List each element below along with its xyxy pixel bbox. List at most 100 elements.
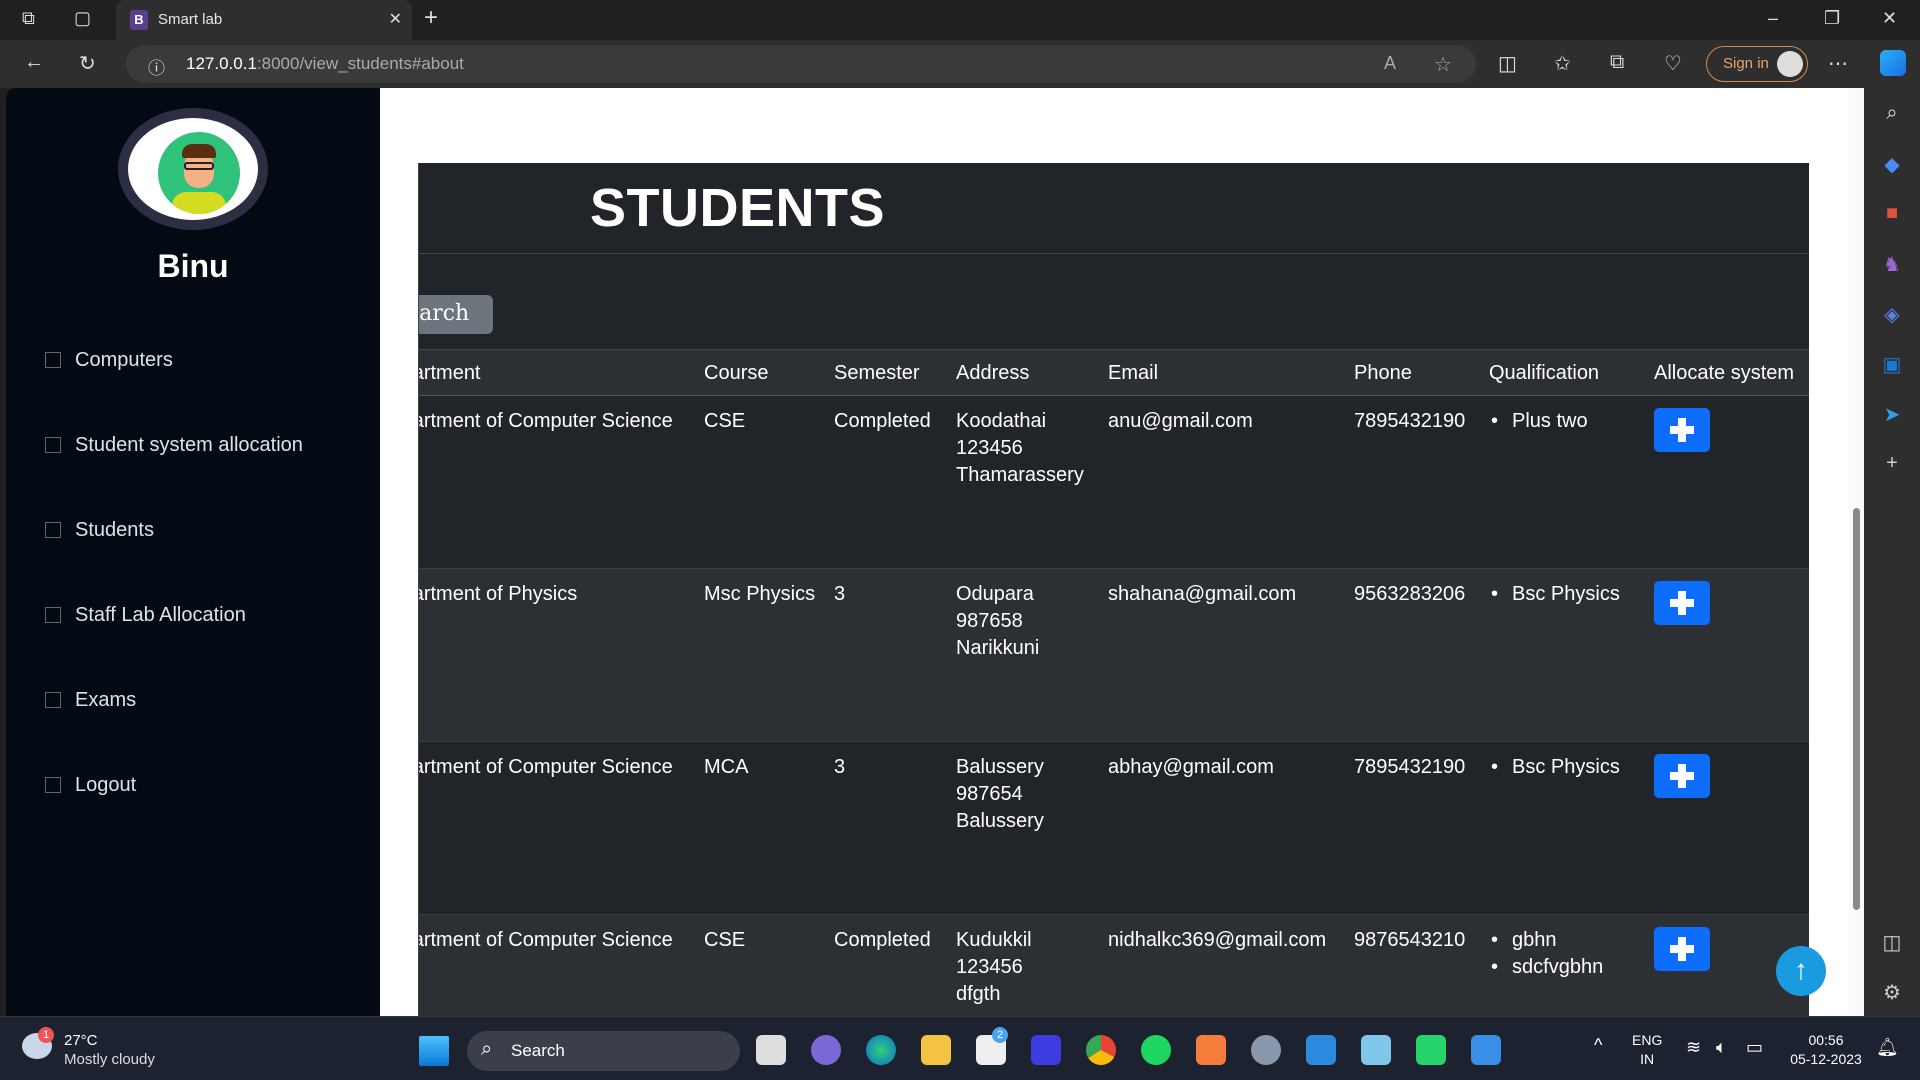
vscode-icon[interactable]: [1306, 1035, 1336, 1065]
column-header: Course: [704, 362, 769, 384]
back-icon[interactable]: ←: [24, 51, 44, 74]
qualification-item: Bsc Physics: [1489, 581, 1620, 608]
refresh-icon[interactable]: ↻: [79, 51, 96, 76]
qualification-item: Bsc Physics: [1489, 754, 1620, 781]
scrollbar-thumb[interactable]: [1853, 508, 1860, 910]
add-icon[interactable]: +: [1880, 452, 1904, 475]
settings-gear-icon[interactable]: ⚙: [1880, 980, 1904, 1005]
battery-icon[interactable]: ▭: [1746, 1037, 1763, 1058]
cell-phone: 9563283206: [1354, 583, 1466, 605]
favorites-icon[interactable]: ✩: [1554, 51, 1571, 76]
taskbar: 1 27°C Mostly cloudy ⌕ Search 2 ^ ENG IN ≋…: [0, 1016, 1920, 1080]
checkbox-icon: [45, 777, 61, 793]
chrome-icon[interactable]: [1086, 1035, 1116, 1065]
address-bar[interactable]: ⓘ 127.0.0.1:8000/view_students#about A ☆: [126, 45, 1476, 83]
read-aloud-icon[interactable]: A: [1384, 53, 1396, 74]
postman-icon[interactable]: [1196, 1035, 1226, 1065]
new-tab-icon[interactable]: +: [424, 4, 438, 32]
qualification-item: gbhn: [1489, 927, 1603, 954]
column-header: Semester: [834, 362, 920, 384]
close-tab-icon[interactable]: ✕: [389, 9, 402, 29]
sidebar-item-exams[interactable]: Exams: [45, 685, 136, 715]
scroll-to-top-button[interactable]: ↑: [1776, 946, 1826, 996]
search-button[interactable]: Search: [419, 295, 493, 334]
address-line: 987654: [956, 783, 1023, 805]
notification-bell-icon[interactable]: 🔔︎: [1876, 1037, 1899, 1058]
profile-avatar-icon: [1777, 51, 1803, 77]
split-screen-icon[interactable]: ◫: [1498, 51, 1517, 76]
allocate-system-button[interactable]: [1654, 927, 1710, 971]
pycharm-icon[interactable]: [1416, 1035, 1446, 1065]
weather-widget[interactable]: 1 27°C Mostly cloudy: [22, 1027, 155, 1069]
copilot-icon[interactable]: [1880, 50, 1906, 76]
divider: [419, 253, 1809, 254]
sidebar-item-computers[interactable]: Computers: [45, 345, 173, 375]
address-line: Kudukkil: [956, 929, 1032, 951]
favorite-star-icon[interactable]: ☆: [1434, 52, 1452, 77]
cell-email: abhay@gmail.com: [1108, 756, 1274, 778]
favicon: B: [130, 10, 148, 30]
browser-essentials-icon[interactable]: ♡: [1664, 51, 1682, 76]
file-explorer-icon[interactable]: [921, 1035, 951, 1065]
edge-icon[interactable]: [866, 1035, 896, 1065]
allocate-system-button[interactable]: [1654, 581, 1710, 625]
editor-app-icon[interactable]: [1031, 1035, 1061, 1065]
tab-title: Smart lab: [158, 11, 223, 28]
minimize-icon[interactable]: –: [1768, 8, 1778, 29]
photos-icon[interactable]: [1471, 1035, 1501, 1065]
browser-tab[interactable]: B Smart lab ✕: [116, 0, 412, 40]
task-view-icon[interactable]: [756, 1035, 786, 1065]
username: Binu: [157, 248, 229, 284]
start-icon[interactable]: [419, 1036, 449, 1066]
allocate-system-button[interactable]: [1654, 408, 1710, 452]
more-options-icon[interactable]: ⋯: [1828, 51, 1848, 76]
spotify-icon[interactable]: [1141, 1035, 1171, 1065]
cell-address: Balussery 987654 Balussery: [956, 754, 1044, 835]
collections-icon[interactable]: ⧉: [1610, 51, 1624, 74]
table-header: Department Course Semester Address Email…: [419, 349, 1809, 396]
wifi-icon[interactable]: ≋: [1686, 1037, 1701, 1058]
search-icon: ⌕: [481, 1038, 493, 1060]
cell-qualification: gbhnsdcfvgbhn: [1489, 927, 1603, 981]
cell-department: Department of Computer Science: [419, 410, 673, 432]
restore-icon[interactable]: ❐: [1824, 8, 1840, 29]
language-indicator[interactable]: ENG IN: [1632, 1031, 1662, 1069]
workspaces-icon[interactable]: ⧉: [22, 8, 35, 29]
cell-qualification: Bsc Physics: [1489, 581, 1620, 608]
store-icon[interactable]: 2: [976, 1027, 1008, 1065]
sidebar-item-student-system-allocation[interactable]: Student system allocation: [45, 430, 303, 460]
copilot-app-icon[interactable]: ◈: [1880, 302, 1904, 327]
sign-in-button[interactable]: Sign in: [1706, 46, 1808, 82]
tools-icon[interactable]: ■: [1880, 202, 1904, 225]
arrow-up-icon: ↑: [1794, 954, 1808, 985]
tab-actions-icon[interactable]: ▢: [74, 8, 91, 29]
avatar: [118, 108, 268, 230]
outlook-icon[interactable]: ▣: [1880, 352, 1904, 377]
address-line: 987658: [956, 610, 1023, 632]
search-icon[interactable]: ⌕: [1880, 102, 1904, 125]
column-header: Department: [419, 362, 481, 384]
shopping-tag-icon[interactable]: ◆: [1880, 152, 1904, 177]
url-text[interactable]: 127.0.0.1:8000/view_students#about: [186, 54, 464, 74]
cell-semester: 3: [834, 756, 846, 778]
allocate-system-button[interactable]: [1654, 754, 1710, 798]
chat-icon[interactable]: [811, 1035, 841, 1065]
sidebar-item-logout[interactable]: Logout: [45, 770, 136, 800]
settings-icon[interactable]: [1251, 1035, 1281, 1065]
sidebar-toggle-icon[interactable]: ◫: [1880, 930, 1904, 955]
sidebar-item-staff-lab-allocation[interactable]: Staff Lab Allocation: [45, 600, 246, 630]
info-icon[interactable]: ⓘ: [148, 54, 165, 79]
address-line: Balussery: [956, 756, 1044, 778]
table-row: Department of Computer Science CSE Complet…: [419, 915, 1809, 1016]
volume-icon[interactable]: 🔈︎: [1716, 1037, 1727, 1058]
page-scrollbar[interactable]: [1849, 88, 1864, 1016]
send-icon[interactable]: ➤: [1880, 402, 1904, 427]
notepad-icon[interactable]: [1361, 1035, 1391, 1065]
games-icon[interactable]: ♞: [1880, 252, 1904, 277]
chevron-up-icon[interactable]: ^: [1594, 1035, 1602, 1056]
clock[interactable]: 00:56 05-12-2023: [1786, 1031, 1866, 1069]
taskbar-search[interactable]: ⌕ Search: [467, 1031, 740, 1071]
close-window-icon[interactable]: ✕: [1882, 8, 1897, 29]
sidebar-item-students[interactable]: Students: [45, 515, 154, 545]
students-panel: STUDENTS Search Department Course Semest…: [418, 163, 1809, 1016]
